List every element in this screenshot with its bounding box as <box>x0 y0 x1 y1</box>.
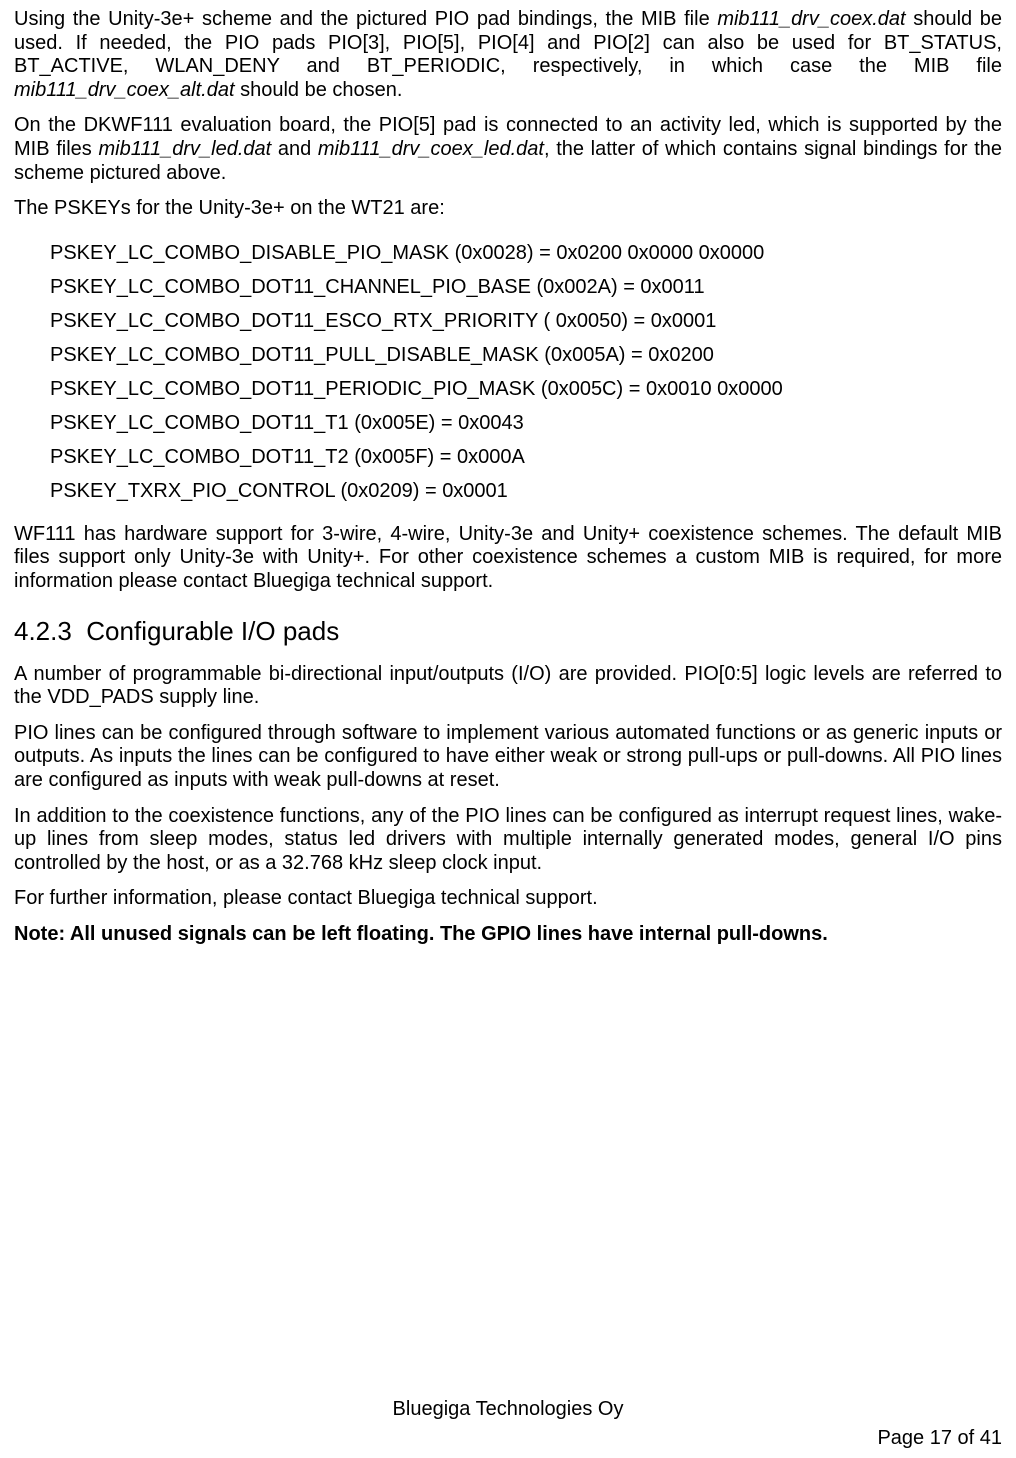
text-p1a: Using the Unity-3e+ scheme and the pictu… <box>14 8 717 30</box>
text-p2-and: and <box>271 138 318 160</box>
paragraph-pskeys-intro: The PSKEYs for the Unity-3e+ on the WT21… <box>14 197 1002 221</box>
heading-number: 4.2.3 <box>14 616 72 646</box>
filename-mib-coex-alt: mib111_drv_coex_alt.dat <box>14 79 235 101</box>
filename-mib-coex: mib111_drv_coex.dat <box>717 8 905 30</box>
footer-page-number: Page 17 of 41 <box>14 1427 1002 1450</box>
paragraph-io-intro: A number of programmable bi-directional … <box>14 663 1002 710</box>
pskey-line: PSKEY_LC_COMBO_DOT11_PERIODIC_PIO_MASK (… <box>50 379 1002 399</box>
paragraph-wf111-schemes: WF111 has hardware support for 3-wire, 4… <box>14 523 1002 594</box>
text-p1c: should be chosen. <box>235 79 403 101</box>
pskey-line: PSKEY_LC_COMBO_DOT11_T1 (0x005E) = 0x004… <box>50 413 1002 433</box>
paragraph-note-floating: Note: All unused signals can be left flo… <box>14 923 1002 947</box>
filename-mib-coex-led: mib111_drv_coex_led.dat <box>318 138 544 160</box>
paragraph-dkwf111: On the DKWF111 evaluation board, the PIO… <box>14 114 1002 185</box>
pskey-line: PSKEY_LC_COMBO_DOT11_CHANNEL_PIO_BASE (0… <box>50 277 1002 297</box>
paragraph-io-config: PIO lines can be configured through soft… <box>14 722 1002 793</box>
pskey-line: PSKEY_LC_COMBO_DOT11_ESCO_RTX_PRIORITY (… <box>50 311 1002 331</box>
paragraph-mib-files: Using the Unity-3e+ scheme and the pictu… <box>14 8 1002 102</box>
pskey-line: PSKEY_LC_COMBO_DOT11_T2 (0x005F) = 0x000… <box>50 447 1002 467</box>
paragraph-io-functions: In addition to the coexistence functions… <box>14 805 1002 876</box>
filename-mib-led: mib111_drv_led.dat <box>98 138 271 160</box>
pskey-line: PSKEY_LC_COMBO_DOT11_PULL_DISABLE_MASK (… <box>50 345 1002 365</box>
footer-company: Bluegiga Technologies Oy <box>14 1398 1002 1421</box>
heading-title: Configurable I/O pads <box>86 616 339 646</box>
paragraph-contact-support: For further information, please contact … <box>14 887 1002 911</box>
heading-configurable-io: 4.2.3 Configurable I/O pads <box>14 616 1002 647</box>
pskey-line: PSKEY_LC_COMBO_DISABLE_PIO_MASK (0x0028)… <box>50 243 1002 263</box>
pskey-line: PSKEY_TXRX_PIO_CONTROL (0x0209) = 0x0001 <box>50 481 1002 501</box>
page-footer: Bluegiga Technologies Oy Page 17 of 41 <box>14 1398 1002 1450</box>
pskey-list: PSKEY_LC_COMBO_DISABLE_PIO_MASK (0x0028)… <box>50 243 1002 501</box>
